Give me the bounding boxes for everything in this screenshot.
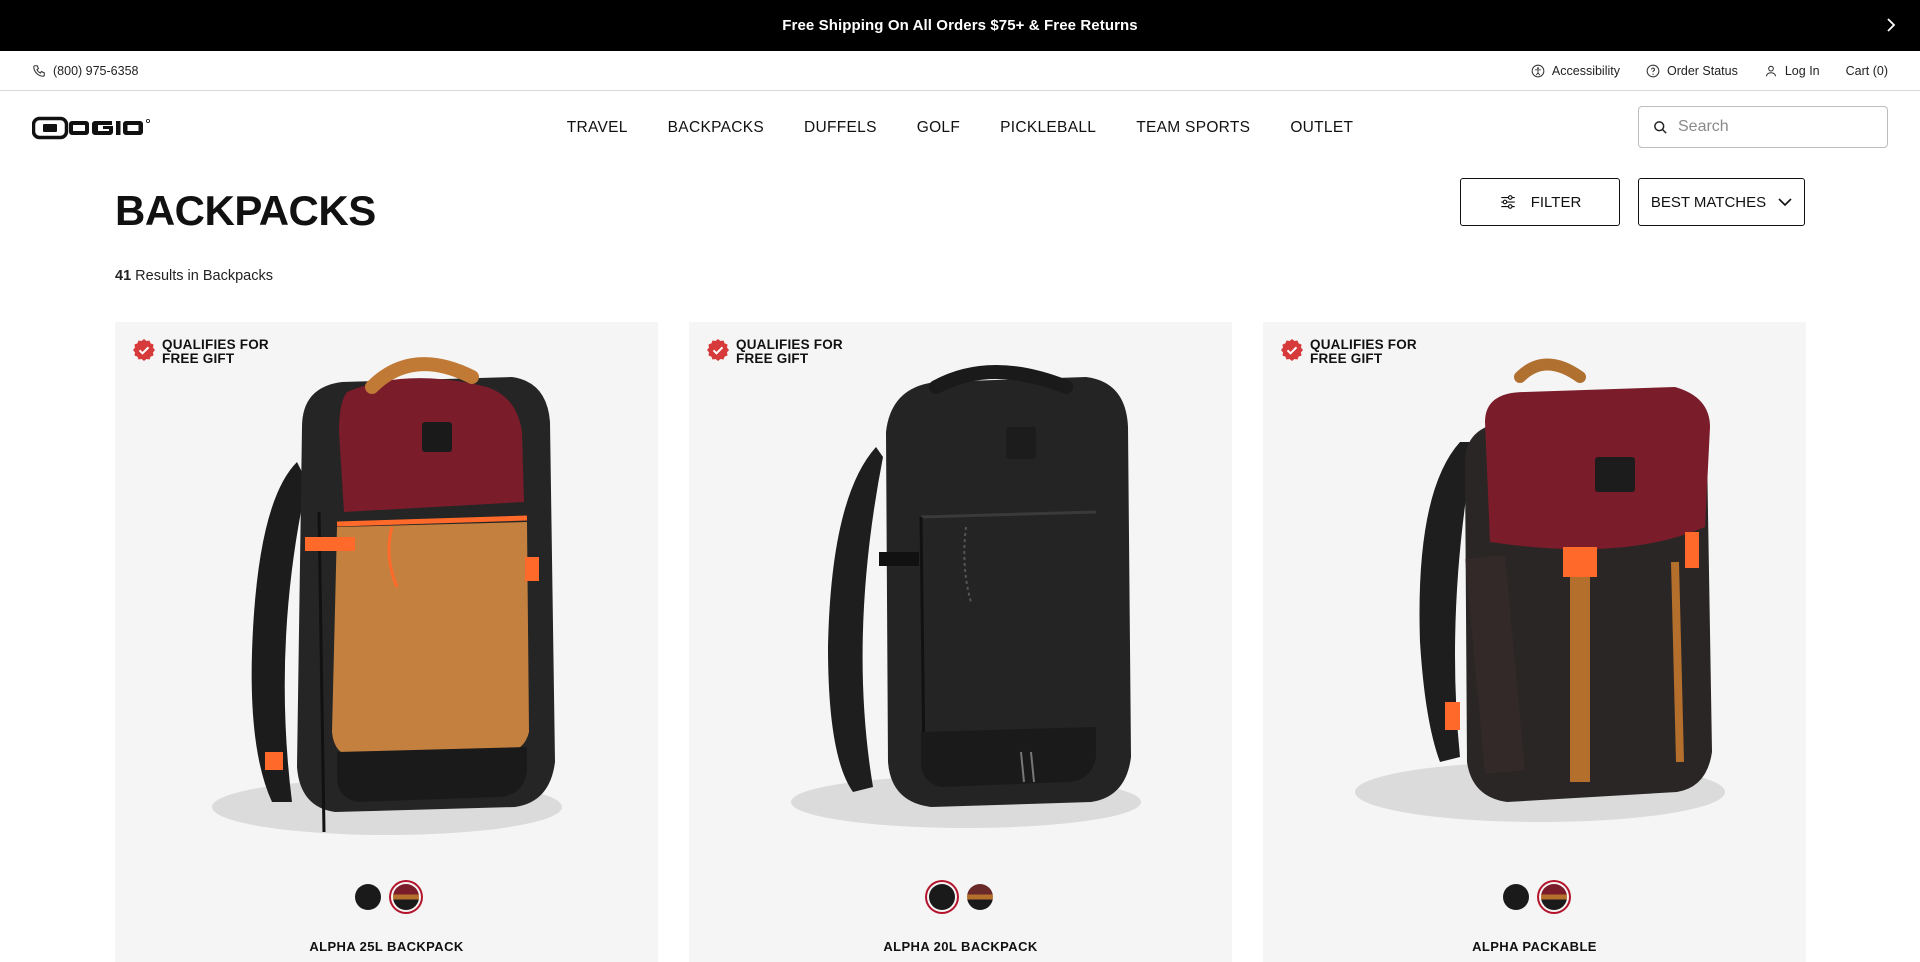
phone-icon [33,64,45,77]
phone-link[interactable]: (800) 975-6358 [32,64,138,78]
promo-bar: Free Shipping On All Orders $75+ & Free … [0,0,1920,51]
utility-bar: (800) 975-6358 Accessibility Order Statu… [0,51,1920,91]
results-count: 41 [115,268,132,284]
nav-item-duffels[interactable]: DUFFELS [804,119,877,137]
title-row: BACKPACKS FILTER BEST MATCHES 41 Results… [0,165,1920,285]
results-summary: 41 Results in Backpacks [115,268,273,284]
cart-link[interactable]: Cart (0) [1846,64,1888,78]
product-image[interactable] [689,352,1232,912]
badge-line-1: QUALIFIES FOR [1310,337,1417,352]
backpack-image [790,365,1141,828]
backpack-image [211,357,562,835]
page-title: BACKPACKS [115,187,376,234]
promo-text: Free Shipping On All Orders $75+ & Free … [782,17,1138,34]
login-link[interactable]: Log In [1764,64,1820,78]
results-text: Results in [131,268,203,284]
ogio-logo[interactable] [32,116,152,140]
search-box[interactable] [1638,106,1888,148]
logo-graphic [32,116,151,140]
color-swatches [689,884,1232,910]
color-swatch-multi[interactable] [966,884,993,910]
help-icon [1646,64,1660,77]
filter-button[interactable]: FILTER [1460,178,1620,226]
nav-item-travel[interactable]: TRAVEL [567,119,628,137]
filter-label: FILTER [1530,193,1582,211]
results-category: Backpacks [202,268,273,284]
badge-line-1: QUALIFIES FOR [736,337,843,352]
main-nav: TRAVEL BACKPACKS DUFFELS GOLF PICKLEBALL… [0,91,1920,165]
accessibility-label: Accessibility [1551,63,1620,78]
cart-label: Cart (0) [1845,63,1888,78]
product-name[interactable]: ALPHA PACKABLE [1263,939,1806,954]
product-image[interactable] [1263,352,1806,912]
product-card[interactable]: QUALIFIES FOR FREE GIFT [115,322,658,962]
color-swatch-black[interactable] [1502,884,1529,910]
color-swatch-multi[interactable] [392,884,419,910]
nav-item-backpacks[interactable]: BACKPACKS [668,119,764,137]
main-header: TRAVEL BACKPACKS DUFFELS GOLF PICKLEBALL… [0,91,1920,165]
product-card[interactable]: QUALIFIES FOR FREE GIFT ALPHA 20L BACKPA… [689,322,1232,962]
sort-label: BEST MATCHES [1650,193,1767,211]
nav-item-team-sports[interactable]: TEAM SPORTS [1136,119,1250,137]
chevron-right-icon[interactable] [1886,17,1896,35]
search-icon [1654,120,1667,134]
product-grid: QUALIFIES FOR FREE GIFT ALPHA 25L BACKPA… [115,322,1806,962]
search-input[interactable] [1678,118,1868,136]
backpack-image [1354,358,1725,822]
color-swatches [115,884,658,910]
accessibility-link[interactable]: Accessibility [1531,64,1620,78]
color-swatch-black[interactable] [928,884,955,910]
nav-item-pickleball[interactable]: PICKLEBALL [1000,119,1096,137]
order-status-label: Order Status [1666,63,1738,78]
color-swatch-black[interactable] [354,884,381,910]
badge-line-1: QUALIFIES FOR [162,337,269,352]
color-swatches [1263,884,1806,910]
product-name[interactable]: ALPHA 25L BACKPACK [115,939,658,954]
color-swatch-multi[interactable] [1540,884,1567,910]
user-icon [1765,65,1777,76]
sort-dropdown[interactable]: BEST MATCHES [1638,178,1805,226]
product-image[interactable] [115,352,658,912]
chevron-down-icon [1778,197,1792,206]
product-card[interactable]: QUALIFIES FOR FREE GIFT [1263,322,1806,962]
nav-item-outlet[interactable]: OUTLET [1290,119,1353,137]
product-name[interactable]: ALPHA 20L BACKPACK [689,939,1232,954]
phone-number: (800) 975-6358 [53,63,139,78]
login-label: Log In [1784,63,1820,78]
sliders-icon [1500,195,1515,209]
order-status-link[interactable]: Order Status [1646,64,1738,78]
accessibility-icon [1531,64,1545,77]
nav-item-golf[interactable]: GOLF [917,119,960,137]
